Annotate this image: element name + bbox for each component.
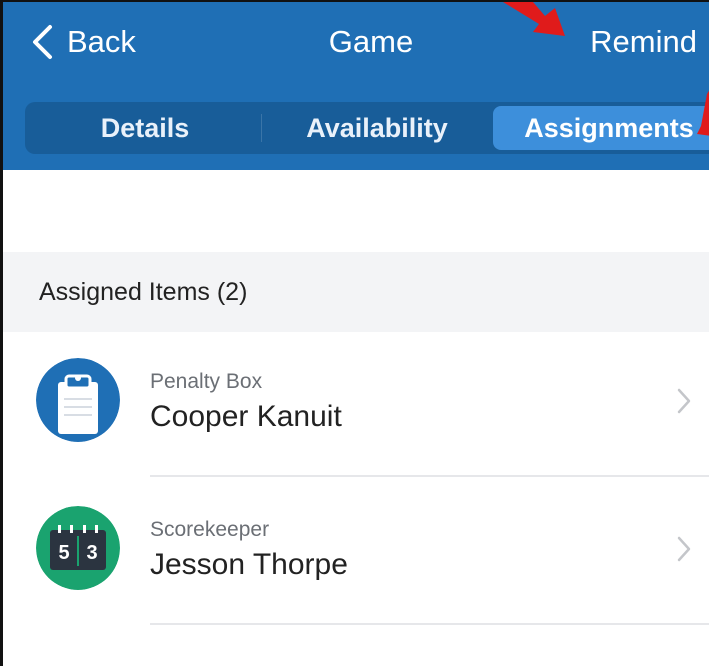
score-digit: 5 [58,542,69,564]
chevron-right-icon [677,388,691,414]
section-title: Assigned Items (2) [39,278,248,306]
assignment-role: Scorekeeper [150,518,270,541]
divider [150,623,709,625]
section-header: Assigned Items (2) [3,252,709,332]
app-screen: Back Game Remind Details Availability As… [0,0,709,666]
list-item[interactable]: 5 3 Scorekeeper Jesson Thorpe [3,480,709,628]
scoreboard-icon: 5 3 [36,506,120,590]
clipboard-icon [36,358,120,442]
assignee-name: Jesson Thorpe [150,548,348,581]
score-digit: 3 [86,542,97,564]
segment-band: Details Availability Assignments [3,84,709,170]
tab-details[interactable]: Details [29,106,261,150]
list-item[interactable]: Penalty Box Cooper Kanuit [3,332,709,480]
remind-button[interactable]: Remind [590,24,697,60]
divider [150,475,709,477]
assignee-name: Cooper Kanuit [150,400,342,433]
tab-availability[interactable]: Availability [261,106,493,150]
navigation-bar: Back Game Remind [3,2,709,84]
assignment-role: Penalty Box [150,370,263,393]
chevron-right-icon [677,536,691,562]
segmented-control: Details Availability Assignments [25,102,709,154]
tab-assignments[interactable]: Assignments [493,106,709,150]
